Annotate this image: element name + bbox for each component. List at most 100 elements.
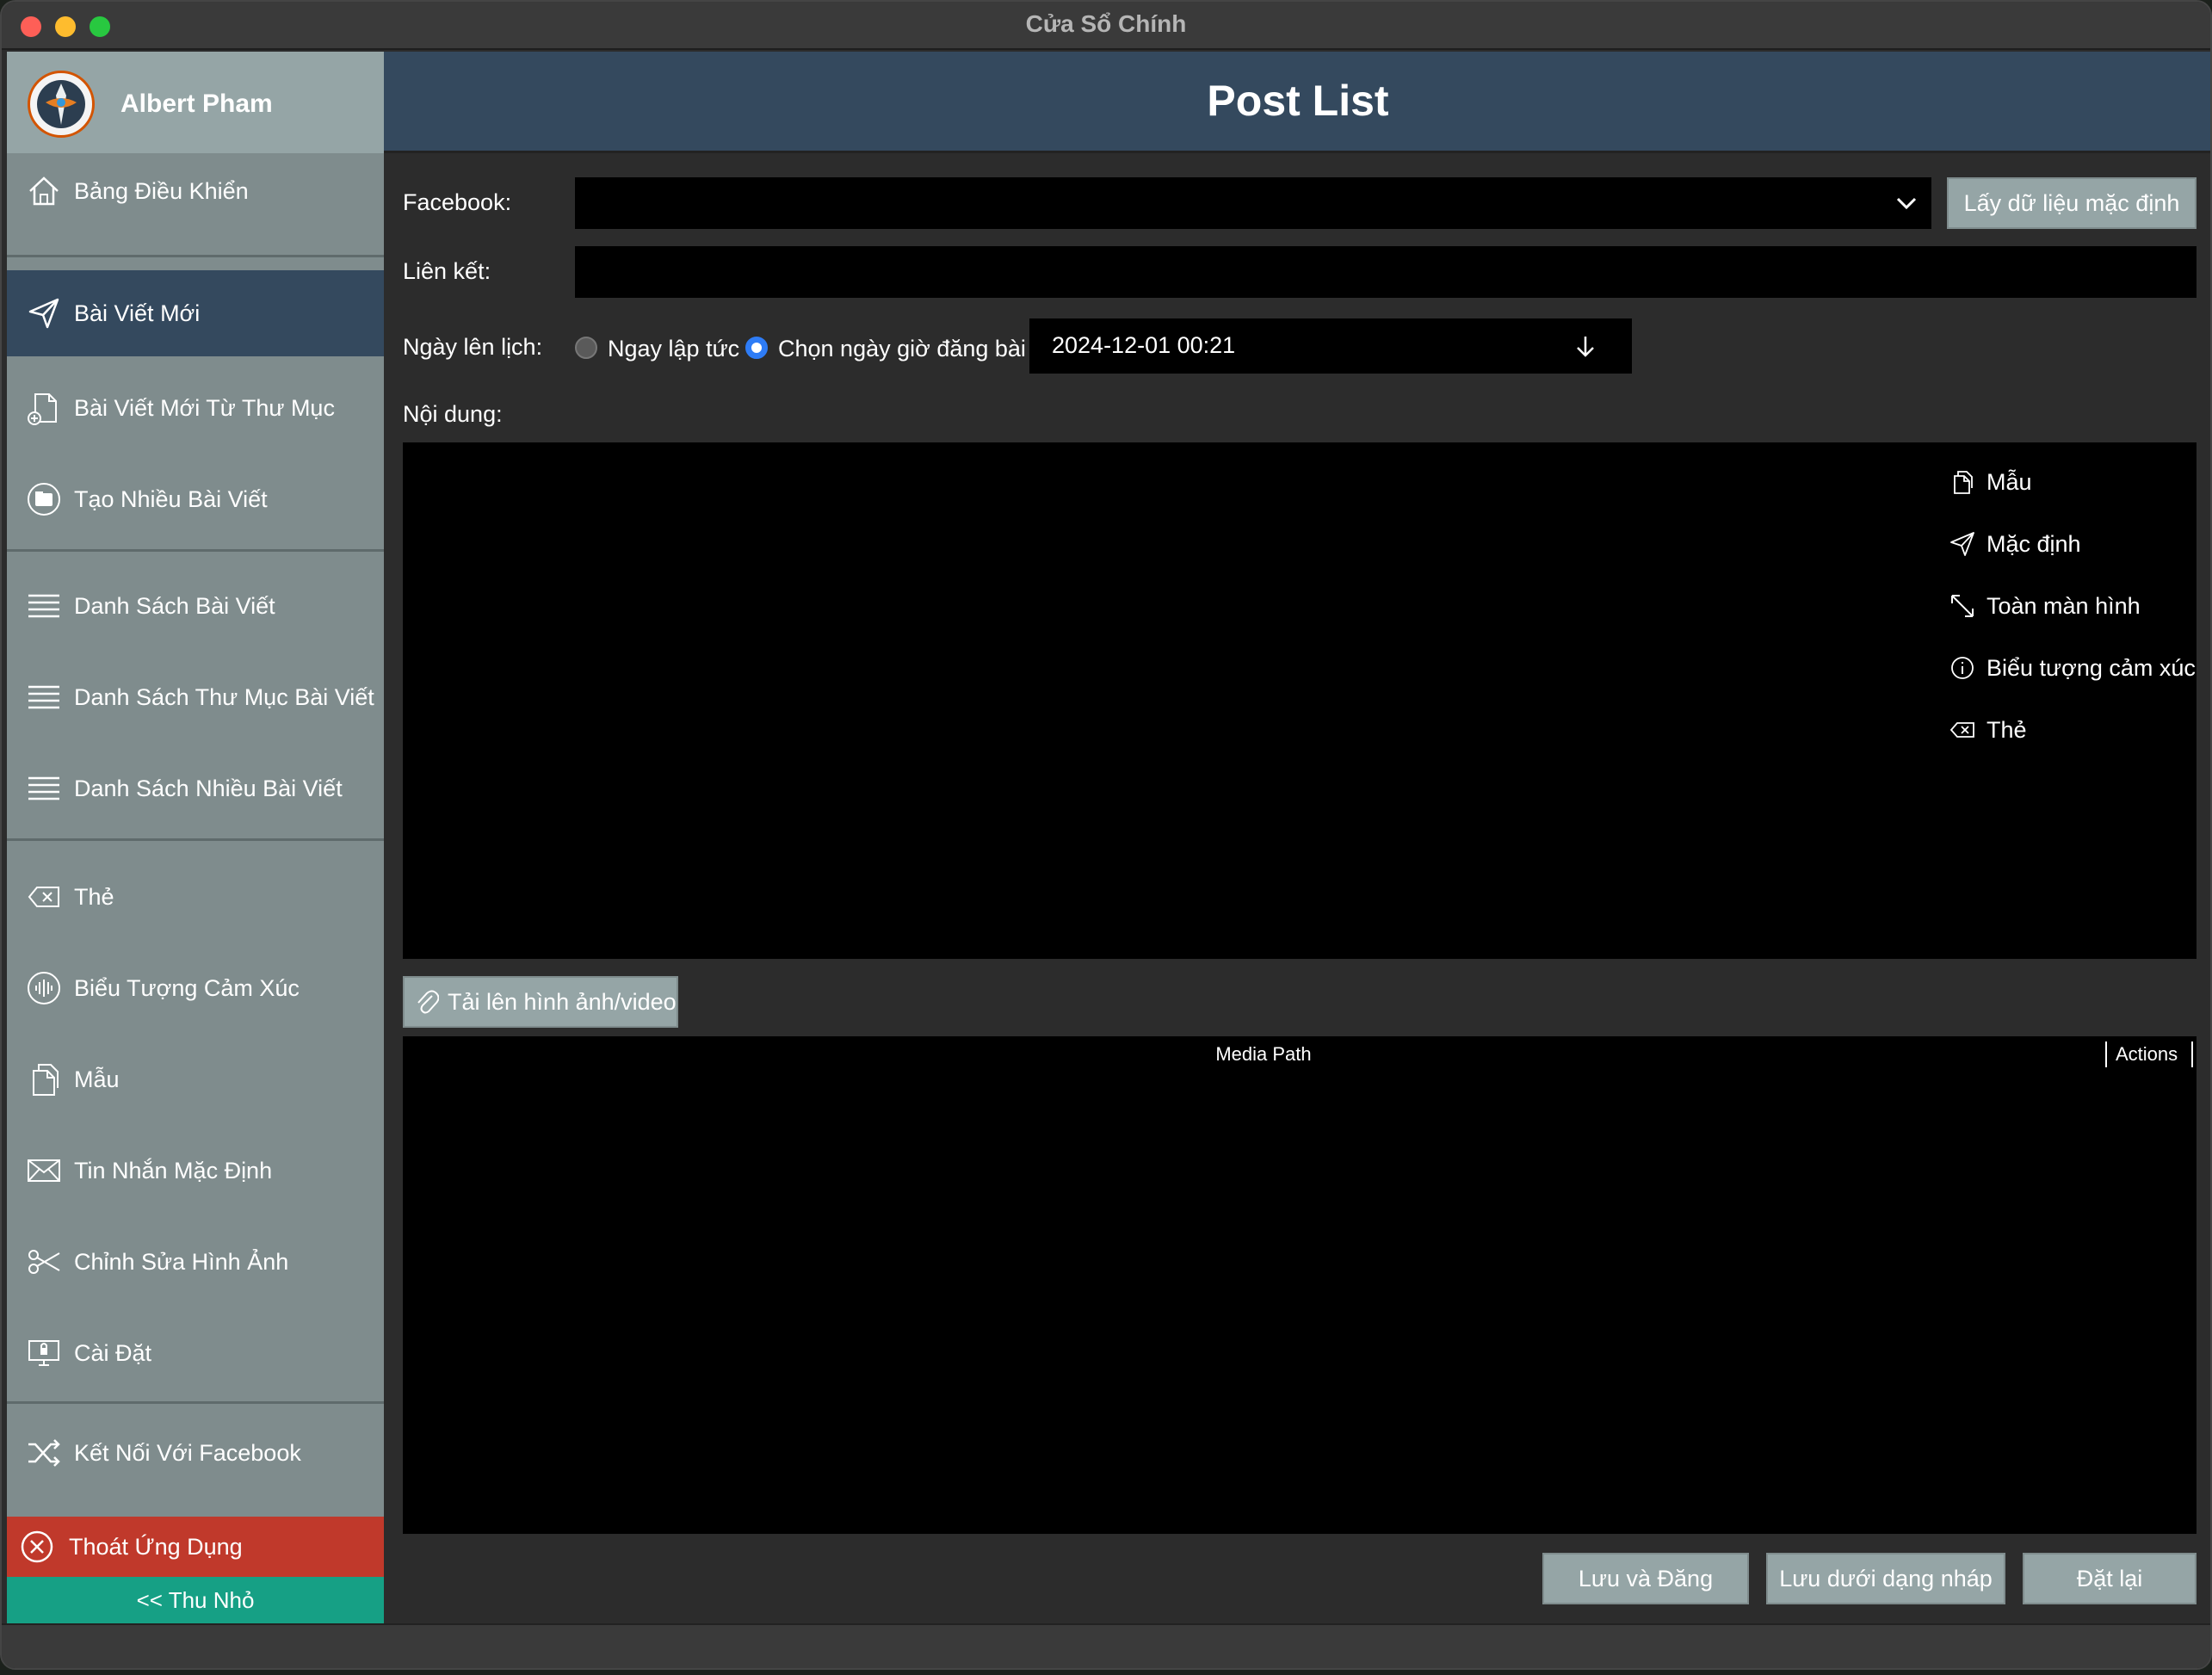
- page-header: Post List: [384, 52, 2210, 153]
- sidebar-item-new-post-from-folder[interactable]: Bài Viết Mới Từ Thư Mục: [7, 365, 384, 451]
- title-bar: Cửa Sổ Chính: [2, 2, 2210, 50]
- sidebar-divider: [7, 255, 384, 257]
- radio-post-now[interactable]: [575, 337, 597, 359]
- datetime-value: 2024-12-01 00:21: [1052, 332, 1236, 358]
- column-divider: [2191, 1041, 2193, 1067]
- media-table: Media Path Actions: [403, 1036, 2197, 1534]
- expand-icon: [1949, 592, 1976, 620]
- link-input[interactable]: [575, 246, 2197, 298]
- sidebar-item-dashboard[interactable]: Bảng Điều Khiển: [7, 155, 384, 227]
- sidebar-item-label: Tạo Nhiều Bài Viết: [74, 485, 268, 512]
- arrow-down-icon[interactable]: [1573, 334, 1597, 360]
- paperclip-icon: [415, 988, 439, 1016]
- profile-header: Albert Pham: [7, 52, 384, 153]
- radio-pick-datetime[interactable]: [745, 337, 768, 359]
- close-circle-icon: [19, 1529, 55, 1565]
- upload-media-button[interactable]: Tải lên hình ảnh/video: [403, 976, 678, 1028]
- list-icon: [26, 770, 62, 807]
- send-icon: [26, 295, 62, 331]
- actions-header[interactable]: Actions: [2116, 1043, 2178, 1066]
- schedule-label: Ngày lên lịch:: [403, 334, 543, 360]
- main-window: Cửa Sổ Chính Albert Pham Bảng Điều Khiển: [0, 0, 2212, 1670]
- link-label: Liên kết:: [403, 258, 491, 284]
- sidebar-item-connect-facebook[interactable]: Kết Nối Với Facebook: [7, 1410, 384, 1496]
- send-icon: [1949, 530, 1976, 558]
- window-title: Cửa Sổ Chính: [1025, 10, 1187, 37]
- radio-post-now-label[interactable]: Ngay lập tức: [608, 336, 739, 362]
- sidebar-item-folder-post-list[interactable]: Danh Sách Thư Mục Bài Viết: [7, 654, 384, 740]
- template-icon: [26, 1061, 62, 1097]
- tool-label: Toàn màn hình: [1986, 592, 2141, 619]
- sidebar-item-label: Bảng Điều Khiển: [74, 177, 249, 204]
- sidebar-item-image-editor[interactable]: Chỉnh Sửa Hình Ảnh: [7, 1219, 384, 1305]
- sidebar-item-label: Danh Sách Bài Viết: [74, 592, 275, 619]
- sidebar-item-default-messages[interactable]: Tin Nhắn Mặc Định: [7, 1128, 384, 1214]
- avatar[interactable]: [28, 71, 95, 138]
- logo-icon: [37, 80, 85, 128]
- sidebar-item-new-post[interactable]: Bài Viết Mới: [7, 270, 384, 356]
- sidebar-item-label: Mẫu: [74, 1066, 120, 1092]
- sidebar-item-label: Tin Nhắn Mặc Định: [74, 1157, 273, 1184]
- list-icon: [26, 588, 62, 624]
- template-icon: [1949, 468, 1976, 496]
- exit-app-button[interactable]: Thoát Ứng Dụng: [7, 1517, 384, 1577]
- template-tool-button[interactable]: Mẫu: [1949, 468, 2032, 496]
- save-draft-button[interactable]: Lưu dưới dạng nháp: [1766, 1553, 2005, 1604]
- content-editor[interactable]: [403, 442, 2197, 959]
- default-tool-button[interactable]: Mặc định: [1949, 530, 2081, 558]
- sidebar-item-settings[interactable]: Cài Đặt: [7, 1310, 384, 1396]
- sidebar-divider: [7, 1401, 384, 1404]
- sidebar-item-label: Cài Đặt: [74, 1339, 152, 1366]
- datetime-picker[interactable]: 2024-12-01 00:21: [1029, 318, 1632, 374]
- sidebar-item-label: Bài Viết Mới Từ Thư Mục: [74, 394, 335, 421]
- tags-tool-button[interactable]: Thẻ: [1949, 716, 2027, 744]
- info-icon: [1949, 654, 1976, 682]
- status-bar: [2, 1623, 2210, 1668]
- sidebar-divider: [7, 549, 384, 552]
- emoji-icon: [26, 970, 62, 1006]
- facebook-label: Facebook:: [403, 189, 512, 215]
- reset-button[interactable]: Đặt lại: [2023, 1553, 2197, 1604]
- column-divider: [2105, 1041, 2107, 1067]
- sidebar-item-label: Bài Viết Mới: [74, 300, 201, 326]
- media-path-header[interactable]: Media Path: [403, 1043, 2124, 1066]
- save-and-publish-button[interactable]: Lưu và Đăng: [1542, 1553, 1749, 1604]
- tool-label: Biểu tượng cảm xúc: [1986, 654, 2196, 681]
- tag-icon: [1949, 716, 1976, 744]
- sidebar-item-emoji[interactable]: Biểu Tượng Cảm Xúc: [7, 945, 384, 1031]
- sidebar-item-label: Chỉnh Sửa Hình Ảnh: [74, 1248, 289, 1275]
- sidebar-item-label: Danh Sách Nhiều Bài Viết: [74, 775, 343, 801]
- settings-icon: [26, 1335, 62, 1371]
- sidebar-item-bulk-create[interactable]: Tạo Nhiều Bài Viết: [7, 456, 384, 542]
- sidebar-item-label: Danh Sách Thư Mục Bài Viết: [74, 683, 374, 710]
- upload-media-label: Tải lên hình ảnh/video: [448, 988, 677, 1015]
- content-label: Nội dung:: [403, 401, 503, 427]
- tool-label: Mặc định: [1986, 530, 2081, 557]
- sidebar-item-bulk-post-list[interactable]: Danh Sách Nhiều Bài Viết: [7, 745, 384, 831]
- collapse-sidebar-button[interactable]: << Thu Nhỏ: [7, 1577, 384, 1623]
- home-icon: [26, 173, 62, 209]
- tag-icon: [26, 879, 62, 915]
- emoji-tool-button[interactable]: Biểu tượng cảm xúc: [1949, 654, 2196, 682]
- shuffle-icon: [26, 1435, 62, 1471]
- sidebar-item-label: Kết Nối Với Facebook: [74, 1439, 301, 1466]
- list-icon: [26, 679, 62, 715]
- tool-label: Mẫu: [1986, 468, 2032, 495]
- get-default-data-button[interactable]: Lấy dữ liệu mặc định: [1947, 177, 2197, 229]
- fullscreen-tool-button[interactable]: Toàn màn hình: [1949, 592, 2141, 620]
- exit-app-label: Thoát Ứng Dụng: [69, 1533, 243, 1560]
- scissors-icon: [26, 1244, 62, 1280]
- user-name: Albert Pham: [120, 90, 273, 118]
- sidebar-item-post-list[interactable]: Danh Sách Bài Viết: [7, 563, 384, 649]
- sidebar-item-label: Biểu Tượng Cảm Xúc: [74, 974, 300, 1001]
- page-title: Post List: [1207, 77, 1389, 125]
- file-plus-icon: [26, 390, 62, 426]
- sidebar-divider: [7, 838, 384, 841]
- radio-pick-datetime-label[interactable]: Chọn ngày giờ đăng bài: [778, 336, 1026, 362]
- chevron-down-icon: [1896, 197, 1917, 210]
- sidebar: Albert Pham Bảng Điều Khiển Bài Viết Mới…: [7, 52, 384, 1623]
- sidebar-item-label: Thẻ: [74, 883, 114, 910]
- facebook-select[interactable]: [575, 177, 1931, 229]
- sidebar-item-templates[interactable]: Mẫu: [7, 1036, 384, 1122]
- sidebar-item-tags[interactable]: Thẻ: [7, 854, 384, 940]
